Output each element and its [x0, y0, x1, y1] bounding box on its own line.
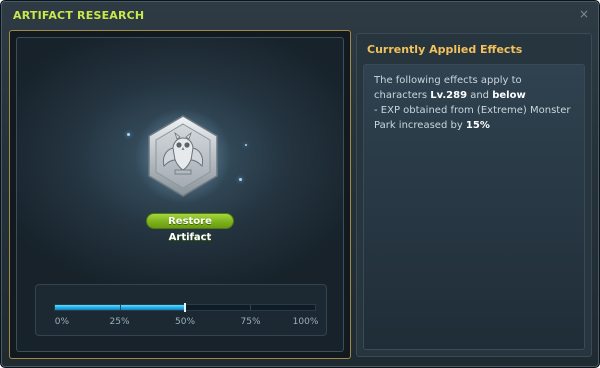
progress-label-75: 75%: [240, 317, 261, 327]
close-icon[interactable]: ×: [579, 8, 589, 20]
effects-list: The following effects apply to character…: [363, 64, 585, 350]
sparkle-icon: [239, 178, 242, 181]
artifact-panel: Restore Artifact 0% 25% 50% 75% 100%: [9, 30, 351, 359]
effects-intro: The following effects apply to character…: [374, 75, 526, 101]
progress-label-25: 25%: [109, 317, 130, 327]
sparkle-icon: [245, 144, 247, 146]
level-value: Lv.289: [430, 90, 468, 101]
progress-tick: [120, 305, 121, 310]
progress-label-0: 0%: [54, 317, 69, 327]
research-progress-bar: [54, 303, 316, 312]
progress-tick: [250, 305, 251, 310]
research-progress-panel: 0% 25% 50% 75% 100%: [35, 284, 327, 336]
artifact-display: Restore Artifact 0% 25% 50% 75% 100%: [16, 37, 344, 352]
effects-heading: Currently Applied Effects: [367, 43, 523, 56]
progress-marker: [184, 303, 186, 312]
effect-value: 15%: [465, 120, 490, 131]
progress-label-50: 50%: [174, 317, 196, 327]
progress-labels: 0% 25% 50% 75% 100%: [54, 317, 319, 329]
window-title: ARTIFACT RESEARCH: [13, 9, 145, 22]
level-qualifier: below: [492, 90, 526, 101]
artifact-research-window: ARTIFACT RESEARCH × Restore Artifact 0% …: [0, 0, 600, 368]
progress-label-100: 100%: [292, 317, 319, 327]
restore-artifact-button[interactable]: Restore Artifact: [146, 213, 234, 243]
owl-emblem-icon[interactable]: [135, 108, 231, 204]
effect-item: - EXP obtained from (Extreme) Monster Pa…: [374, 105, 571, 131]
effects-panel: Currently Applied Effects The following …: [356, 33, 592, 357]
sparkle-icon: [127, 133, 130, 136]
